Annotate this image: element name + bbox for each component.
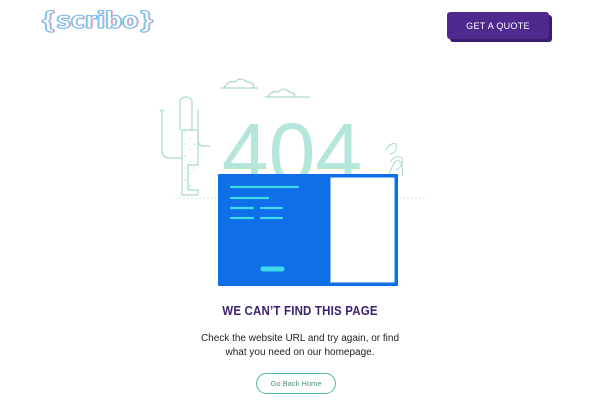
page-description: Check the website URL and try again, or … xyxy=(0,332,600,360)
get-a-quote-button[interactable]: GET A QUOTE xyxy=(447,12,549,39)
cloud-icon xyxy=(267,88,296,98)
page-title: WE CAN’T FIND THIS PAGE xyxy=(222,304,378,318)
error-page: {scribo} GET A QUOTE 404 WE CAN’T FIND T… xyxy=(0,0,600,410)
browser-window-pane xyxy=(329,176,396,284)
description-line: Check the website URL and try again, or … xyxy=(200,333,400,344)
not-found-illustration: 404 xyxy=(159,78,425,286)
description-line: what you need on our homepage. xyxy=(225,347,375,358)
scribo-logo[interactable]: {scribo} xyxy=(40,8,156,35)
cloud-icon xyxy=(223,78,255,89)
cactus-icon xyxy=(159,96,210,196)
go-back-home-button[interactable]: Go Back Home xyxy=(256,373,336,394)
